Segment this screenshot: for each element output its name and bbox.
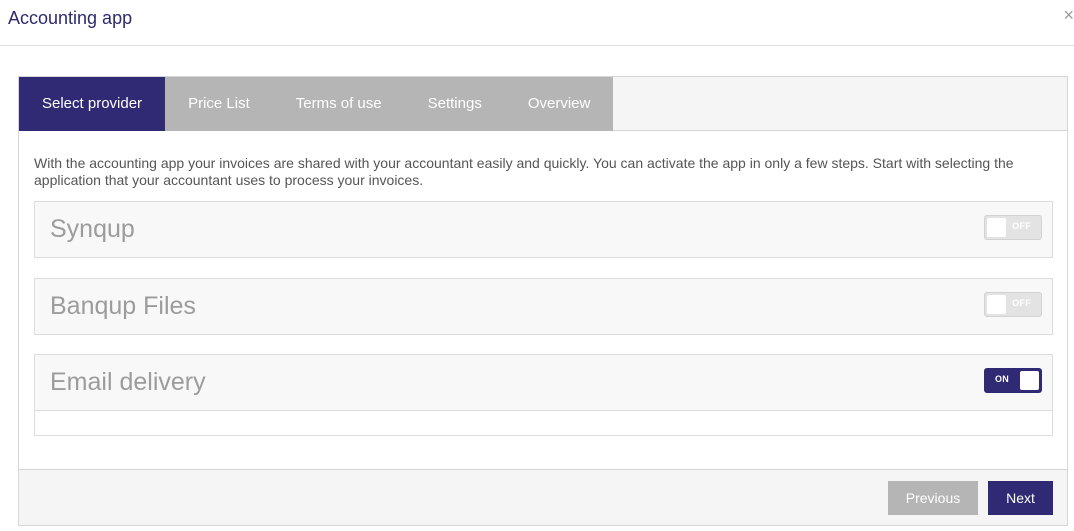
provider-card-email-delivery: Email delivery ON: [34, 354, 1053, 436]
provider-name: Email delivery: [50, 368, 206, 396]
wizard-footer: Previous Next: [19, 469, 1067, 525]
wizard-panel: Select provider Price List Terms of use …: [18, 76, 1068, 526]
provider-name: Banqup Files: [50, 292, 196, 320]
toggle-state-label: ON: [995, 374, 1010, 384]
tab-price-list[interactable]: Price List: [165, 77, 273, 131]
close-icon[interactable]: ×: [1063, 6, 1074, 24]
provider-card-banqup-files: Banqup Files OFF: [34, 278, 1053, 335]
tab-list: Select provider Price List Terms of use …: [19, 77, 614, 131]
toggle-knob: [987, 218, 1006, 237]
tab-settings[interactable]: Settings: [405, 77, 505, 131]
next-button[interactable]: Next: [988, 481, 1053, 515]
tab-select-provider[interactable]: Select provider: [19, 77, 166, 131]
toggle-state-label: OFF: [1012, 298, 1031, 308]
toggle-knob: [1020, 371, 1039, 390]
intro-text: With the accounting app your invoices ar…: [34, 155, 1014, 188]
toggle-state-label: OFF: [1012, 221, 1031, 231]
previous-button[interactable]: Previous: [888, 481, 978, 515]
provider-toggle[interactable]: OFF: [984, 292, 1042, 317]
provider-header: Banqup Files OFF: [35, 279, 1052, 334]
tab-terms-of-use[interactable]: Terms of use: [273, 77, 405, 131]
provider-toggle[interactable]: ON: [984, 368, 1042, 393]
provider-toggle[interactable]: OFF: [984, 215, 1042, 240]
toggle-knob: [987, 295, 1006, 314]
modal-header: Accounting app ×: [0, 0, 1074, 46]
provider-header: Synqup OFF: [35, 202, 1052, 257]
provider-expanded-body: [35, 410, 1052, 435]
tab-overview[interactable]: Overview: [505, 77, 614, 131]
modal-title: Accounting app: [8, 8, 133, 28]
tab-bar: Select provider Price List Terms of use …: [19, 77, 1067, 131]
provider-header: Email delivery ON: [35, 355, 1052, 410]
provider-card-synqup: Synqup OFF: [34, 201, 1053, 258]
provider-name: Synqup: [50, 215, 135, 243]
